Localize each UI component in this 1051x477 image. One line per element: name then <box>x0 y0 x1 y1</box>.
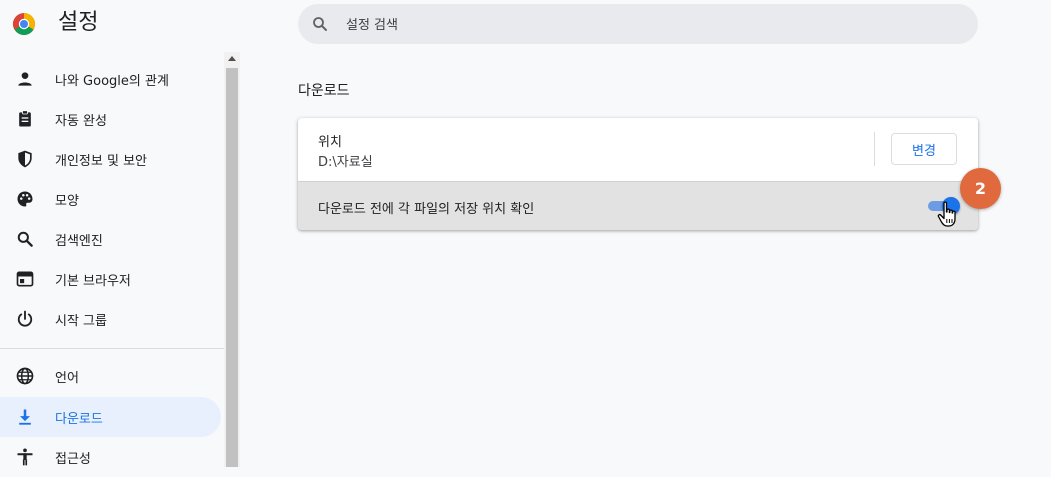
search-icon <box>15 229 35 249</box>
downloads-settings-card: 위치 D:\자료실 변경 다운로드 전에 각 파일의 저장 위치 확인 <box>298 118 978 230</box>
scrollbar-thumb[interactable] <box>226 68 238 467</box>
search-input[interactable] <box>344 4 948 46</box>
power-icon <box>15 309 35 329</box>
sidebar-item-search-engine[interactable]: 검색엔진 <box>0 219 221 259</box>
shield-icon <box>15 149 35 169</box>
sidebar-item-you-and-google[interactable]: 나와 Google의 관계 <box>0 59 221 99</box>
search-icon <box>313 17 327 31</box>
sidebar-item-label: 언어 <box>55 370 79 386</box>
browser-window-icon <box>15 269 35 289</box>
section-title: 다운로드 <box>298 83 350 99</box>
sidebar-item-label: 모양 <box>55 193 79 209</box>
sidebar-item-label: 기본 브라우저 <box>55 273 131 289</box>
sidebar-item-on-startup[interactable]: 시작 그룹 <box>0 299 221 339</box>
search-bar[interactable] <box>298 4 978 46</box>
sidebar-item-label: 검색엔진 <box>55 233 103 249</box>
download-icon <box>15 407 35 427</box>
sidebar-item-label: 접근성 <box>55 451 91 467</box>
chrome-logo-icon <box>13 13 35 35</box>
sidebar-item-privacy[interactable]: 개인정보 및 보안 <box>0 139 221 179</box>
sidebar-item-languages[interactable]: 언어 <box>0 356 221 396</box>
location-label: 위치 <box>318 135 342 150</box>
sidebar-item-label: 자동 완성 <box>55 113 107 129</box>
sidebar-item-label: 나와 Google의 관계 <box>55 73 169 89</box>
sidebar-item-default-browser[interactable]: 기본 브라우저 <box>0 259 221 299</box>
change-location-button[interactable]: 변경 <box>891 133 957 165</box>
sidebar-item-accessibility[interactable]: 접근성 <box>0 437 221 477</box>
sidebar-item-autofill[interactable]: 자동 완성 <box>0 99 221 139</box>
page-title: 설정 <box>58 10 99 35</box>
location-value: D:\자료실 <box>318 155 373 170</box>
vertical-separator <box>874 132 875 166</box>
sidebar-item-appearance[interactable]: 모양 <box>0 179 221 219</box>
ask-save-location-row[interactable]: 다운로드 전에 각 파일의 저장 위치 확인 <box>298 181 978 230</box>
sidebar-item-label: 개인정보 및 보안 <box>55 153 147 169</box>
sidebar: 나와 Google의 관계 자동 완성 개인정보 및 보안 모양 검색엔진 기본… <box>0 56 224 467</box>
location-row: 위치 D:\자료실 변경 <box>298 118 978 181</box>
step-badge: 2 <box>960 168 1001 209</box>
scroll-up-arrow-icon[interactable] <box>228 56 236 61</box>
clipboard-icon <box>15 109 35 129</box>
palette-icon <box>15 189 35 209</box>
sidebar-item-downloads[interactable]: 다운로드 <box>0 397 221 437</box>
ask-save-location-label: 다운로드 전에 각 파일의 저장 위치 확인 <box>318 202 535 217</box>
person-icon <box>15 69 35 89</box>
sidebar-item-label: 시작 그룹 <box>55 313 107 329</box>
hand-cursor-icon <box>937 201 956 227</box>
accessibility-icon <box>15 447 35 467</box>
sidebar-scrollbar[interactable] <box>224 52 240 467</box>
globe-icon <box>15 366 35 386</box>
sidebar-divider <box>0 348 224 349</box>
sidebar-item-label: 다운로드 <box>55 411 103 427</box>
